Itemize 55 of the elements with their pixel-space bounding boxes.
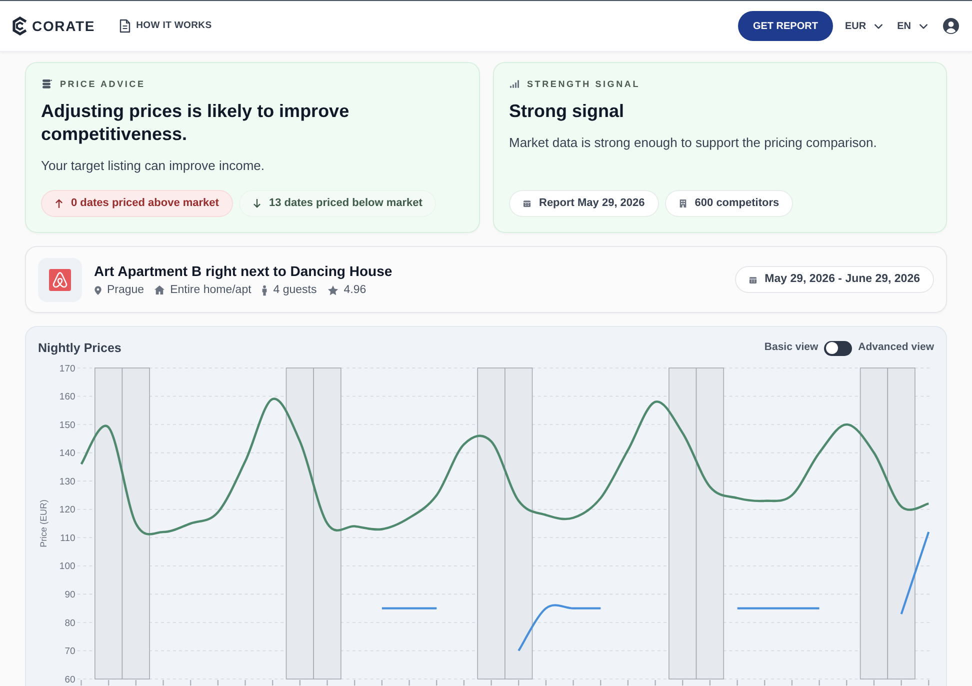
y-axis-tick-label: 160: [59, 392, 76, 403]
y-axis-tick-label: 60: [64, 674, 76, 686]
report-date-label: Report May 29, 2026: [539, 196, 645, 212]
listing-room-type: Entire home/apt: [170, 282, 252, 298]
listing-location: Prague: [107, 282, 144, 298]
listing-title: Art Apartment B right next to Dancing House: [94, 262, 392, 280]
competitor-count-label: 600 competitors: [694, 196, 780, 212]
person-icon: [261, 284, 268, 296]
signal-bars-icon: [510, 80, 519, 88]
listing-rating: 4.96: [344, 282, 366, 298]
y-axis-tick-label: 80: [64, 618, 76, 629]
chart-title: Nightly Prices: [38, 340, 122, 357]
y-axis-tick-label: 100: [59, 561, 76, 572]
hexagon-logo-icon: [12, 16, 28, 36]
arrow-up-icon: [55, 199, 63, 208]
calendar-icon: [523, 199, 531, 208]
house-icon: [154, 285, 166, 295]
building-icon: [678, 199, 687, 208]
y-axis-tick-label: 170: [59, 363, 76, 374]
card-heading: Strong signal: [509, 100, 626, 123]
advanced-view-label: Advanced view: [858, 340, 934, 356]
basic-view-label: Basic view: [764, 340, 818, 356]
view-toggle[interactable]: [824, 340, 852, 356]
chevron-down-icon: [874, 24, 884, 28]
y-axis-tick-label: 110: [60, 532, 76, 544]
star-icon: [326, 284, 339, 296]
y-axis-tick-label: 150: [59, 420, 76, 431]
map-pin-icon: [94, 284, 102, 296]
date-range-label: May 29, 2026 - June 29, 2026: [764, 272, 920, 287]
y-axis-tick-label: 120: [59, 504, 76, 516]
logo-text: CORATE: [32, 16, 96, 36]
listing-guest-count: 4 guests: [273, 282, 317, 298]
card-label: PRICE ADVICE: [60, 79, 146, 89]
y-axis-tick-label: 90: [64, 589, 76, 600]
y-axis-title: Price (EUR): [38, 500, 48, 548]
calendar-icon: [748, 276, 757, 284]
rental-logo-icon: [38, 258, 82, 302]
chevron-down-icon: [919, 24, 928, 28]
y-axis-tick-label: 130: [59, 476, 76, 488]
date-count-label: 0 dates priced above market: [71, 196, 219, 212]
y-axis-tick-label: 70: [64, 646, 76, 658]
y-axis-tick-label: 140: [59, 448, 76, 460]
card-description: Market data is strong enough to support the pricing comparison.: [509, 135, 878, 151]
coin-stack-icon: [42, 79, 52, 89]
card-label: STRENGTH SIGNAL: [527, 79, 640, 89]
how-it-works-link[interactable]: HOW IT WORKS: [119, 18, 212, 34]
arrow-down-icon: [252, 199, 261, 208]
card-heading: Adjusting prices is likely to improve competitiveness.: [41, 100, 350, 146]
user-avatar-icon[interactable]: [943, 18, 959, 34]
language-dropdown[interactable]: EN: [897, 18, 928, 34]
currency-dropdown[interactable]: EUR: [844, 18, 884, 34]
document-icon: [119, 19, 132, 33]
card-description: Your target listing can improve income.: [41, 158, 266, 174]
date-count-label: 13 dates priced below market: [268, 196, 422, 212]
get-report-button[interactable]: GET REPORT: [738, 11, 833, 41]
